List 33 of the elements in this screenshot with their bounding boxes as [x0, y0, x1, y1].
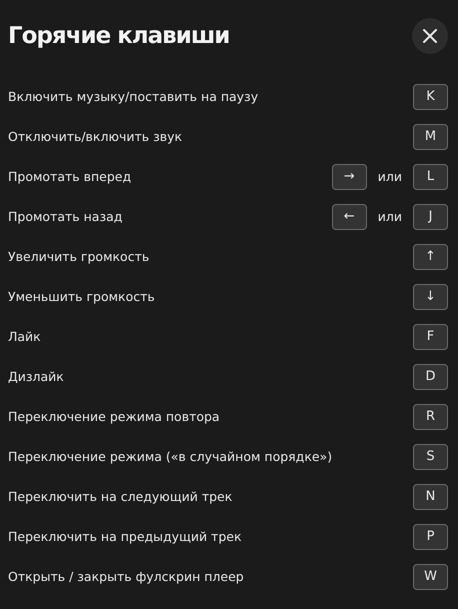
shortcut-label: Уменьшить громкость — [8, 288, 155, 306]
key-cap: W — [413, 564, 448, 590]
shortcut-label: Переключение режима повтора — [8, 408, 220, 426]
or-label: или — [376, 168, 403, 186]
key-cap: ↓ — [413, 284, 448, 310]
close-icon — [423, 29, 437, 43]
key-cap: → — [332, 164, 367, 190]
close-button[interactable] — [412, 18, 448, 54]
key-cap: D — [413, 364, 448, 390]
key-cap: F — [413, 324, 448, 350]
key-cap: M — [413, 124, 448, 150]
key-cap: ← — [332, 204, 367, 230]
shortcut-label: Промотать вперед — [8, 168, 132, 186]
key-cap: N — [413, 484, 448, 510]
key-cap: R — [413, 404, 448, 430]
shortcut-label: Увеличить громкость — [8, 248, 150, 266]
shortcut-label: Переключить на следующий трек — [8, 488, 232, 506]
shortcut-label: Переключить на предыдущий трек — [8, 528, 242, 546]
key-cap: J — [413, 204, 448, 230]
shortcut-label: Открыть / закрыть фулскрин плеер — [8, 568, 244, 586]
key-cap: L — [413, 164, 448, 190]
shortcut-label: Промотать назад — [8, 208, 122, 226]
dialog-title: Горячие клавиши — [8, 22, 230, 51]
shortcut-label: Отключить/включить звук — [8, 128, 182, 146]
key-cap: K — [413, 84, 448, 110]
shortcut-label: Включить музыку/поставить на паузу — [8, 88, 258, 106]
shortcut-label: Лайк — [8, 328, 41, 346]
key-cap: S — [413, 444, 448, 470]
shortcut-label: Дизлайк — [8, 368, 64, 386]
or-label: или — [376, 208, 403, 226]
shortcut-label: Переключение режима («в случайном порядке») — [8, 448, 332, 466]
key-cap: ↑ — [413, 244, 448, 270]
key-cap: P — [413, 524, 448, 550]
